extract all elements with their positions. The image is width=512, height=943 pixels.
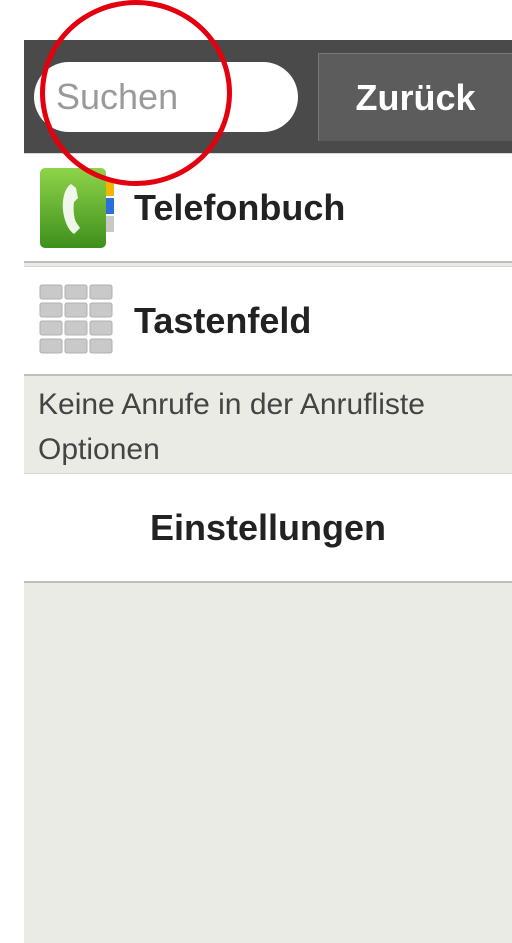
status-bar xyxy=(0,0,512,40)
phonebook-label: Telefonbuch xyxy=(134,186,346,228)
keypad-label: Tastenfeld xyxy=(134,299,312,341)
search-placeholder: Suchen xyxy=(56,76,179,117)
back-button[interactable]: Zurück xyxy=(318,53,512,141)
keypad-menu-item[interactable]: Tastenfeld xyxy=(24,266,512,376)
empty-call-log-text: Keine Anrufe in der Anrufliste xyxy=(38,388,425,421)
keypad-icon xyxy=(39,284,113,353)
settings-label: Einstellungen xyxy=(149,506,387,548)
back-button-label: Zurück xyxy=(355,76,476,118)
settings-button[interactable]: Einstellungen xyxy=(24,473,512,583)
options-header: Optionen xyxy=(38,433,160,466)
phone-handset-icon xyxy=(40,167,114,248)
app-screen: Suchen Zurück Telefonbuch Tastenfeld Kei… xyxy=(24,40,512,943)
top-toolbar: Suchen Zurück xyxy=(24,40,512,153)
search-input[interactable]: Suchen xyxy=(34,62,298,132)
phonebook-menu-item[interactable]: Telefonbuch xyxy=(24,153,512,263)
